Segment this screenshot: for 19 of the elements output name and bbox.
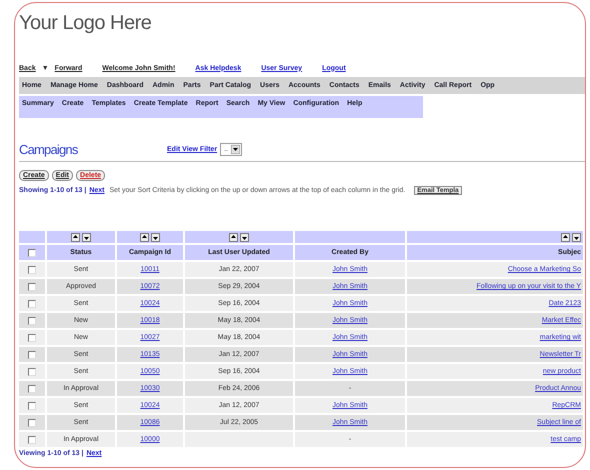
row-checkbox[interactable] bbox=[28, 384, 36, 392]
sort-arrows-icon[interactable] bbox=[140, 232, 160, 242]
row-checkbox[interactable] bbox=[28, 300, 36, 308]
sort-arrows-icon[interactable] bbox=[71, 232, 91, 242]
logo-text: Your Logo Here bbox=[19, 11, 152, 35]
row-checkbox[interactable] bbox=[28, 368, 36, 376]
sort-arrows-icon[interactable] bbox=[561, 232, 581, 242]
row-checkbox[interactable] bbox=[28, 334, 36, 342]
dropdown-arrow-icon bbox=[230, 145, 240, 154]
row-checkbox[interactable] bbox=[28, 402, 36, 410]
row-checkbox[interactable] bbox=[28, 418, 36, 426]
row-checkbox[interactable] bbox=[28, 282, 36, 290]
row-checkbox[interactable] bbox=[28, 316, 36, 324]
row-checkbox[interactable] bbox=[28, 436, 36, 444]
row-checkbox[interactable] bbox=[28, 350, 36, 358]
row-checkbox[interactable] bbox=[28, 266, 36, 274]
select-all-checkbox[interactable] bbox=[28, 248, 36, 256]
sort-arrows-icon[interactable] bbox=[229, 232, 249, 242]
page-title: Campaigns bbox=[19, 142, 79, 157]
